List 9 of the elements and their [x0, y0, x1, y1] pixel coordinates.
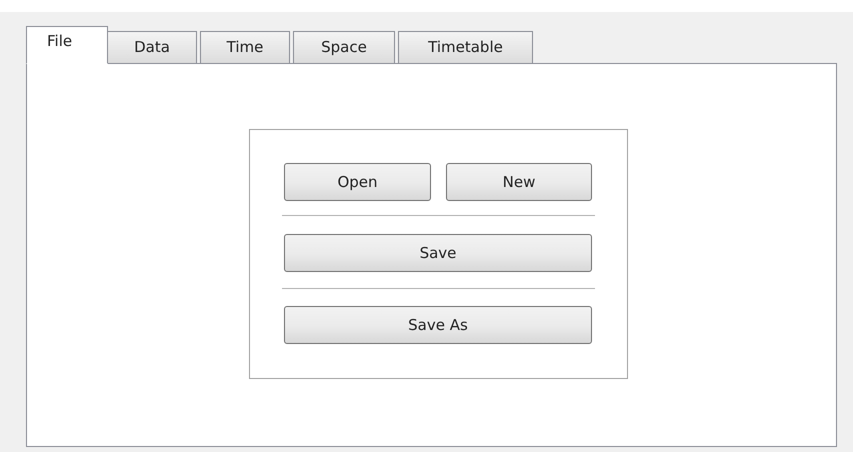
- tab[interactable]: Space: [293, 31, 395, 64]
- button[interactable]: New: [446, 163, 592, 201]
- button[interactable]: Save As: [284, 306, 592, 344]
- button[interactable]: Open: [284, 163, 431, 201]
- tab[interactable]: Time: [200, 31, 290, 64]
- button[interactable]: Save: [284, 234, 592, 272]
- tab[interactable]: Timetable: [398, 31, 533, 64]
- tab[interactable]: Data: [107, 31, 197, 64]
- tab[interactable]: File: [26, 26, 108, 64]
